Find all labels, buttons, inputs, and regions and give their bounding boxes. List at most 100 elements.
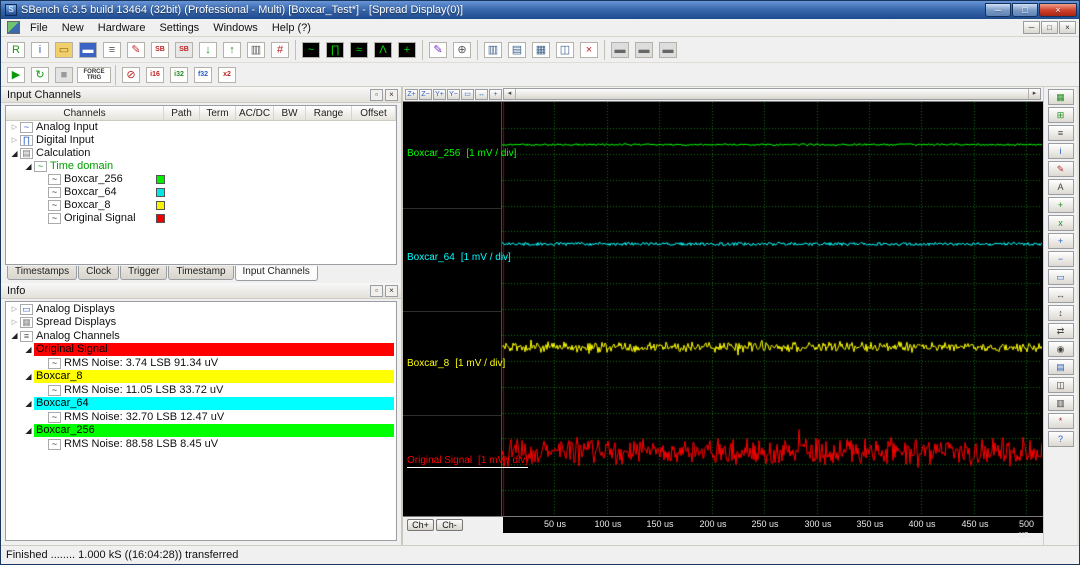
channel-label-original-signal[interactable]: Original Signal [1 mV / div] <box>407 455 528 468</box>
edit-annotations-button[interactable]: ✎ <box>1048 161 1074 177</box>
print-document-button[interactable]: ▥ <box>244 39 268 61</box>
mdi-restore-button[interactable]: □ <box>1041 21 1058 34</box>
new-analog-display-button[interactable]: ~ <box>299 39 323 61</box>
mdi-close-button[interactable]: × <box>1059 21 1076 34</box>
restore-settings-button[interactable]: R <box>4 39 28 61</box>
expander-icon[interactable]: ◢ <box>9 331 20 340</box>
zoom-y-out-button[interactable]: Y− <box>447 89 460 100</box>
split-display-button[interactable]: ◫ <box>553 39 577 61</box>
scroll-left-arrow[interactable]: ◂ <box>504 89 516 99</box>
tile-grid-button[interactable]: ▦ <box>529 39 553 61</box>
start-acquisition-button[interactable]: ▶ <box>4 64 28 86</box>
convert-int16-button[interactable]: i16 <box>143 64 167 86</box>
new-digital-display-button[interactable]: ∏ <box>323 39 347 61</box>
file-info-button[interactable]: i <box>28 39 52 61</box>
data-grid-button[interactable]: # <box>268 39 292 61</box>
column-header-bw[interactable]: BW <box>274 106 306 120</box>
zoom-in-button[interactable]: + <box>1048 233 1074 249</box>
expander-icon[interactable]: ▷ <box>9 134 20 147</box>
menu-item-file[interactable]: File <box>23 21 55 35</box>
display-properties-button[interactable]: * <box>1048 413 1074 429</box>
channel-label-boxcar-8[interactable]: Boxcar_8 [1 mV / div] <box>407 358 505 369</box>
float-panel-button[interactable]: ▫ <box>370 285 383 297</box>
zoom-box-button[interactable]: ▭ <box>1048 269 1074 285</box>
expander-icon[interactable]: ▷ <box>9 121 20 134</box>
zoom-out-button[interactable]: − <box>1048 251 1074 267</box>
tab-timestamp[interactable]: Timestamp <box>168 266 233 280</box>
info-row-rms-noise-11-05-lsb-33-72-uv[interactable]: ~ RMS Noise: 11.05 LSB 33.72 uV <box>6 383 396 397</box>
scale-x2-button[interactable]: x2 <box>215 64 239 86</box>
menu-item-new[interactable]: New <box>55 21 91 35</box>
cursor-a-button[interactable]: + <box>1048 197 1074 213</box>
maximize-button[interactable]: □ <box>1012 3 1038 17</box>
convert-int32-button[interactable]: i32 <box>167 64 191 86</box>
channel-label-boxcar-64[interactable]: Boxcar_64 [1 mV / div] <box>407 252 511 263</box>
add-text-label-button[interactable]: A <box>1048 179 1074 195</box>
column-header-range[interactable]: Range <box>306 106 352 120</box>
scrollbar-thumb[interactable] <box>516 89 1028 99</box>
clear-data-button[interactable]: ⊘ <box>119 64 143 86</box>
cursor-mode-button[interactable]: + <box>489 89 502 100</box>
help-button[interactable]: ? <box>1048 431 1074 447</box>
zoom-window-button[interactable]: ▭ <box>461 89 474 100</box>
float-panel-button[interactable]: ▫ <box>370 89 383 101</box>
edit-document-button[interactable]: ✎ <box>124 39 148 61</box>
channel-row-analog-input[interactable]: ▷ ~ Analog Input <box>6 121 396 134</box>
new-fft-display-button[interactable]: Λ <box>371 39 395 61</box>
channel-color-swatch[interactable] <box>156 188 165 197</box>
column-header-path[interactable]: Path <box>164 106 200 120</box>
display-h-scrollbar[interactable]: ◂ ▸ <box>503 88 1041 100</box>
cursor-b-button[interactable]: x <box>1048 215 1074 231</box>
info-row-boxcar-64[interactable]: ◢ Boxcar_64 <box>6 397 396 411</box>
close-all-displays-button[interactable]: × <box>577 39 601 61</box>
close-button[interactable]: × <box>1039 3 1077 17</box>
channel-color-swatch[interactable] <box>156 175 165 184</box>
export-display-button[interactable]: ▤ <box>1048 359 1074 375</box>
info-row-rms-noise-88-58-lsb-8-45-uv[interactable]: ~ RMS Noise: 88.58 LSB 8.45 uV <box>6 437 396 451</box>
fit-view-button[interactable]: ↔ <box>475 89 488 100</box>
expander-icon[interactable]: ◢ <box>23 399 34 408</box>
save-file-button[interactable]: ▬ <box>76 39 100 61</box>
export-sb6-button[interactable]: SB <box>172 39 196 61</box>
info-row-rms-noise-3-74-lsb-91-34-uv[interactable]: ~ RMS Noise: 3.74 LSB 91.34 uV <box>6 356 396 370</box>
export-document-button[interactable]: ≡ <box>100 39 124 61</box>
channel-row-time-domain[interactable]: ◢ ~ Time domain <box>6 160 396 173</box>
print-display-button[interactable]: ▥ <box>1048 395 1074 411</box>
column-header-ac-dc[interactable]: AC/DC <box>236 106 274 120</box>
expander-icon[interactable]: ◢ <box>23 345 34 354</box>
column-header-offset[interactable]: Offset <box>352 106 396 120</box>
channel-row-boxcar-64[interactable]: ~ Boxcar_64 <box>6 186 396 199</box>
menu-item-windows[interactable]: Windows <box>206 21 265 35</box>
grid-settings-button[interactable]: ⊞ <box>1048 107 1074 123</box>
document-icon[interactable] <box>7 21 20 34</box>
channel-remove-button[interactable]: Ch- <box>436 519 463 531</box>
layout-restore-button[interactable]: ▬ <box>632 39 656 61</box>
pan-view-button[interactable]: ⇄ <box>1048 323 1074 339</box>
channel-color-swatch[interactable] <box>156 214 165 223</box>
channel-row-boxcar-256[interactable]: ~ Boxcar_256 <box>6 173 396 186</box>
channel-row-boxcar-8[interactable]: ~ Boxcar_8 <box>6 199 396 212</box>
expander-icon[interactable]: ▷ <box>9 318 20 326</box>
signal-plot[interactable] <box>502 102 1042 516</box>
tab-timestamps[interactable]: Timestamps <box>7 266 77 280</box>
info-row-boxcar-8[interactable]: ◢ Boxcar_8 <box>6 370 396 384</box>
zoom-x-in-button[interactable]: Z+ <box>405 89 418 100</box>
mdi-minimize-button[interactable]: ─ <box>1023 21 1040 34</box>
new-calculation-button[interactable]: ✎ <box>426 39 450 61</box>
channel-row-calculation[interactable]: ◢ ▤ Calculation <box>6 147 396 160</box>
expander-icon[interactable]: ▷ <box>9 305 20 313</box>
zoom-x-out-button[interactable]: Z− <box>419 89 432 100</box>
channel-add-button[interactable]: Ch+ <box>407 519 434 531</box>
info-row-analog-displays[interactable]: ▷ ▭ Analog Displays <box>6 302 396 316</box>
stop-acquisition-button[interactable]: ■ <box>52 64 76 86</box>
new-xy-display-button[interactable]: + <box>395 39 419 61</box>
close-panel-button[interactable]: × <box>385 285 398 297</box>
tile-horizontal-button[interactable]: ▤ <box>505 39 529 61</box>
layout-manager-button[interactable]: ▬ <box>656 39 680 61</box>
column-header-channels[interactable]: Channels <box>6 106 164 120</box>
column-header-term[interactable]: Term <box>200 106 236 120</box>
expander-icon[interactable]: ◢ <box>23 372 34 381</box>
expander-icon[interactable]: ◢ <box>23 426 34 435</box>
copy-display-button[interactable]: ◫ <box>1048 377 1074 393</box>
info-row-analog-channels[interactable]: ◢ ≡ Analog Channels <box>6 329 396 343</box>
